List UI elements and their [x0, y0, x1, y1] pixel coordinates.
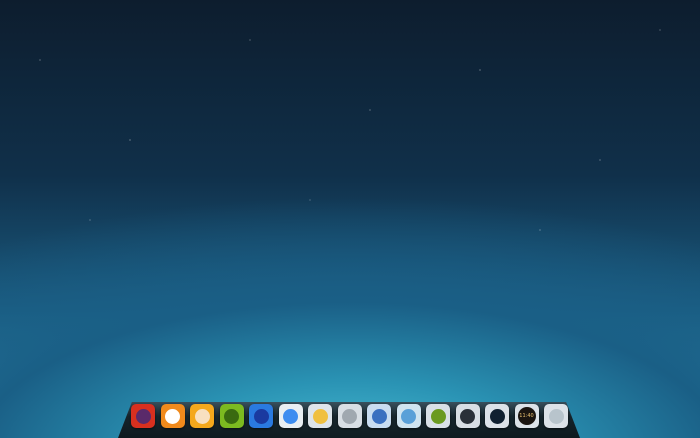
file-manager-icon — [312, 408, 328, 424]
dock-item-media-player[interactable] — [485, 404, 509, 428]
dock-item-launcher[interactable] — [131, 404, 155, 428]
store-icon — [165, 408, 180, 424]
disk-icon — [401, 408, 416, 424]
clock-icon: 11:40 — [517, 407, 536, 425]
webcam-icon — [430, 408, 446, 424]
dock-icons: 11:40 — [131, 404, 568, 428]
dock-item-clock[interactable]: 11:40 — [514, 404, 539, 428]
dock-item-browser[interactable] — [249, 404, 273, 428]
dock-item-disk[interactable] — [396, 404, 421, 428]
chrome-icon — [283, 408, 298, 424]
dock-item-webcam[interactable] — [426, 404, 450, 428]
music-icon — [224, 408, 239, 424]
dock-item-file-manager[interactable] — [308, 404, 332, 428]
dock-item-settings[interactable] — [337, 404, 362, 428]
network-icon — [371, 408, 387, 424]
dock-item-music[interactable] — [219, 404, 244, 428]
photos-icon — [194, 408, 210, 424]
dock-item-store[interactable] — [160, 404, 185, 428]
dock-item-network[interactable] — [367, 404, 391, 428]
dock-item-photos[interactable] — [190, 404, 214, 428]
browser-icon — [253, 408, 269, 424]
settings-icon — [342, 408, 357, 424]
dock-item-trash[interactable] — [544, 404, 568, 428]
desktop-wallpaper — [0, 0, 700, 438]
dock-item-camera[interactable] — [455, 404, 480, 428]
camera-icon — [460, 408, 475, 424]
media-player-icon — [489, 408, 505, 424]
trash-icon — [548, 408, 564, 424]
dock-item-chrome[interactable] — [278, 404, 303, 428]
launcher-icon — [135, 408, 151, 424]
